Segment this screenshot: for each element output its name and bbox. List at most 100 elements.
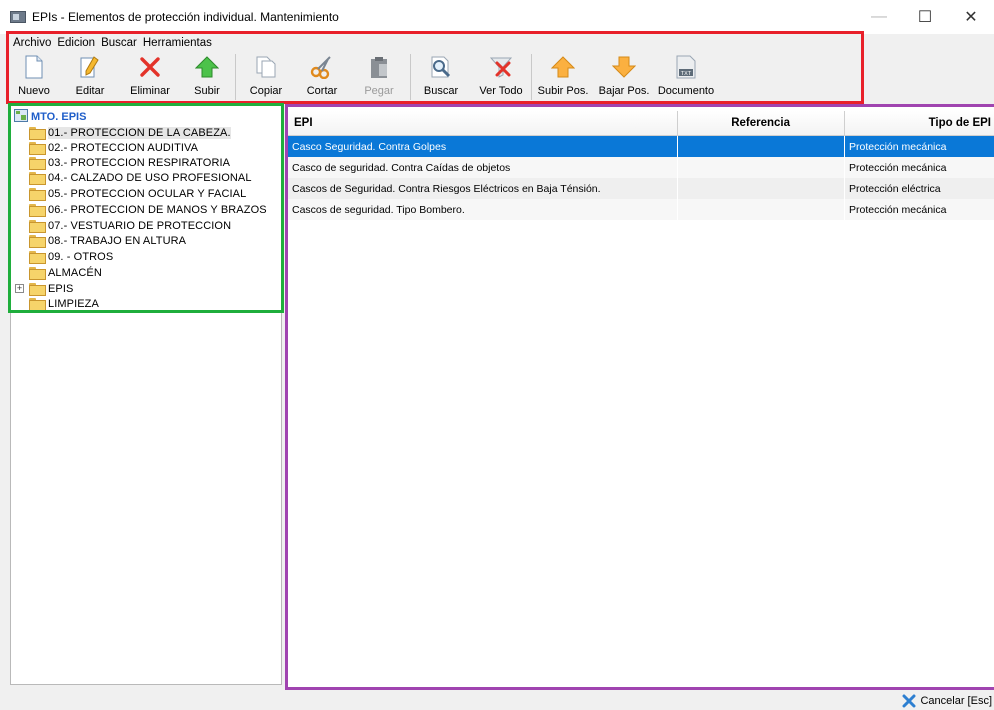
cell-epi: Cascos de seguridad. Tipo Bombero.: [288, 199, 678, 220]
subir-pos-button[interactable]: Subir Pos.: [532, 50, 594, 104]
folder-icon: [29, 235, 46, 248]
folder-icon: [29, 283, 46, 296]
table-row[interactable]: Casco de seguridad. Contra Caídas de obj…: [288, 157, 994, 178]
folder-icon: [29, 267, 46, 280]
documento-label: Documento: [657, 85, 715, 97]
cell-tipo: Protección mecánica: [845, 199, 994, 220]
tree-node-05[interactable]: 05.- PROTECCION OCULAR Y FACIAL: [29, 186, 246, 201]
edit-pencil-icon: [77, 54, 103, 80]
cancel-icon: [902, 694, 916, 708]
editar-button[interactable]: Editar: [59, 50, 121, 104]
tree-node-label: EPIS: [48, 282, 74, 295]
tree-node-almacen[interactable]: ALMACÉN: [29, 265, 102, 280]
nuevo-button[interactable]: Nuevo: [9, 50, 59, 104]
tree-node-label: 01.- PROTECCION DE LA CABEZA.: [48, 126, 231, 139]
folder-icon: [29, 251, 46, 264]
ver-todo-label: Ver Todo: [479, 85, 523, 97]
toolbar: Nuevo Editar Eliminar Subir Copiar Corta…: [9, 50, 861, 104]
tree-root[interactable]: MTO. EPIS: [14, 109, 86, 125]
subir-button[interactable]: Subir: [179, 50, 235, 104]
tree-expander-epis[interactable]: +: [15, 284, 24, 293]
folder-icon: [29, 188, 46, 201]
tree-node-label: ALMACÉN: [48, 266, 102, 279]
subir-pos-label: Subir Pos.: [537, 85, 589, 97]
folder-icon: [29, 142, 46, 155]
tree-node-03[interactable]: 03.- PROTECCION RESPIRATORIA: [29, 155, 230, 170]
tree-node-02[interactable]: 02.- PROTECCION AUDITIVA: [29, 140, 198, 155]
tree-node-label: 08.- TRABAJO EN ALTURA: [48, 234, 187, 247]
cell-epi: Casco Seguridad. Contra Golpes: [288, 136, 678, 157]
tree-node-label: 03.- PROTECCION RESPIRATORIA: [48, 156, 231, 169]
tree-node-epis[interactable]: EPIS: [29, 281, 73, 296]
tree-node-label: 04.- CALZADO DE USO PROFESIONAL: [48, 171, 252, 184]
tree-root-icon: [14, 109, 28, 125]
documento-button[interactable]: TXT Documento: [654, 50, 718, 104]
column-header-epi[interactable]: EPI: [288, 111, 678, 136]
tree-node-label: 02.- PROTECCION AUDITIVA: [48, 141, 199, 154]
txt-document-icon: TXT: [673, 54, 699, 80]
pegar-button[interactable]: Pegar: [348, 50, 410, 104]
buscar-label: Buscar: [423, 85, 459, 97]
pegar-label: Pegar: [364, 85, 394, 97]
menu-archivo[interactable]: Archivo: [12, 35, 56, 51]
tree-node-06[interactable]: 06.- PROTECCION DE MANOS Y BRAZOS: [29, 202, 267, 217]
epi-grid[interactable]: EPI Referencia Tipo de EPI Casco Segurid…: [288, 107, 994, 687]
cell-tipo: Protección mecánica: [845, 136, 994, 157]
tree-node-09[interactable]: 09. - OTROS: [29, 249, 113, 264]
minimize-button[interactable]: —: [856, 0, 902, 34]
cell-referencia: [678, 136, 845, 157]
scissors-icon: [309, 54, 335, 80]
tree-node-label: 05.- PROTECCION OCULAR Y FACIAL: [48, 187, 247, 200]
tree-node-label: 07.- VESTUARIO DE PROTECCION: [48, 219, 232, 232]
table-row[interactable]: Cascos de seguridad. Tipo Bombero. Prote…: [288, 199, 994, 220]
tree-node-limpieza[interactable]: LIMPIEZA: [29, 296, 99, 311]
down-arrow-orange-icon: [611, 54, 637, 80]
grid-header: EPI Referencia Tipo de EPI: [288, 111, 994, 136]
folder-icon: [29, 157, 46, 170]
new-document-icon: [21, 54, 47, 80]
maximize-button[interactable]: ☐: [902, 0, 948, 34]
cancel-button[interactable]: Cancelar [Esc]: [902, 694, 992, 708]
menu-edicion[interactable]: Edicion: [56, 35, 100, 51]
column-header-tipo[interactable]: Tipo de EPI: [845, 111, 994, 136]
app-icon: [10, 11, 26, 23]
ver-todo-button[interactable]: Ver Todo: [471, 50, 531, 104]
tree-root-label: MTO. EPIS: [31, 111, 87, 123]
tree-node-label: LIMPIEZA: [48, 297, 99, 310]
folder-icon: [29, 298, 46, 311]
eliminar-label: Eliminar: [130, 85, 170, 97]
category-tree[interactable]: MTO. EPIS 01.- PROTECCION DE LA CABEZA. …: [10, 105, 282, 685]
eliminar-button[interactable]: Eliminar: [121, 50, 179, 104]
table-row[interactable]: Casco Seguridad. Contra Golpes Protecció…: [288, 136, 994, 157]
cell-referencia: [678, 199, 845, 220]
window-title: EPIs - Elementos de protección individua…: [32, 10, 339, 24]
editar-label: Editar: [75, 85, 105, 97]
cell-tipo: Protección eléctrica: [845, 178, 994, 199]
folder-icon: [29, 127, 46, 140]
folder-icon: [29, 220, 46, 233]
subir-label: Subir: [194, 85, 220, 97]
cell-referencia: [678, 178, 845, 199]
tree-node-01[interactable]: 01.- PROTECCION DE LA CABEZA.: [29, 125, 231, 140]
tree-node-label: 09. - OTROS: [48, 250, 114, 263]
window-controls: — ☐ ✕: [856, 0, 994, 34]
clear-filter-icon: [488, 54, 514, 80]
copiar-button[interactable]: Copiar: [236, 50, 296, 104]
tree-node-07[interactable]: 07.- VESTUARIO DE PROTECCION: [29, 218, 231, 233]
menu-bar: Archivo Edicion Buscar Herramientas: [12, 35, 217, 51]
tree-node-08[interactable]: 08.- TRABAJO EN ALTURA: [29, 233, 186, 248]
up-arrow-green-icon: [194, 54, 220, 80]
table-row[interactable]: Cascos de Seguridad. Contra Riesgos Eléc…: [288, 178, 994, 199]
cell-tipo: Protección mecánica: [845, 157, 994, 178]
cortar-button[interactable]: Cortar: [296, 50, 348, 104]
cell-referencia: [678, 157, 845, 178]
folder-icon: [29, 172, 46, 185]
menu-buscar[interactable]: Buscar: [100, 35, 142, 51]
status-bar: Cancelar [Esc]: [0, 692, 994, 710]
tree-node-04[interactable]: 04.- CALZADO DE USO PROFESIONAL: [29, 170, 252, 185]
buscar-button[interactable]: Buscar: [411, 50, 471, 104]
menu-herramientas[interactable]: Herramientas: [142, 35, 217, 51]
column-header-referencia[interactable]: Referencia: [678, 111, 845, 136]
close-button[interactable]: ✕: [948, 0, 994, 34]
bajar-pos-button[interactable]: Bajar Pos.: [594, 50, 654, 104]
